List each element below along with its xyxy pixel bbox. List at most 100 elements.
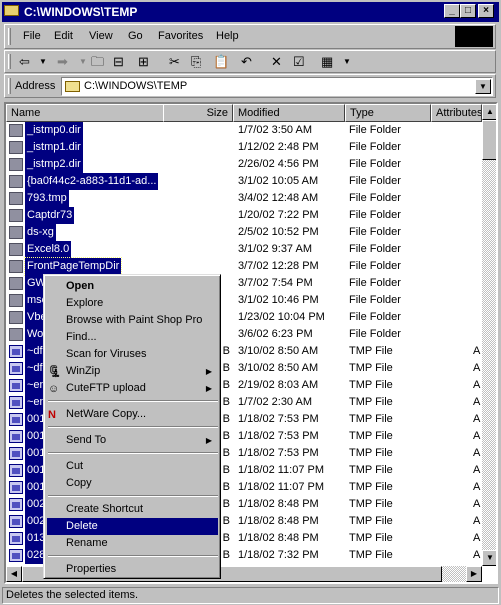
maximize-button[interactable]: □ [460,4,476,18]
address-bar: Address C:\WINDOWS\TEMP ▼ [4,74,496,98]
menu-help[interactable]: Help [216,30,239,42]
minimize-button[interactable]: _ [444,4,460,18]
file-modified: 1/18/02 8:48 PM [238,515,319,527]
menu-item-label: Properties [66,563,117,575]
address-input[interactable]: C:\WINDOWS\TEMP ▼ [61,77,493,96]
file-attributes: A [473,413,481,425]
file-attributes: A [473,515,481,527]
menu-item-netware-copy[interactable]: N NetWare Copy... [47,406,218,423]
file-row[interactable]: ds-xg 2/5/02 10:52 PM File Folder [6,224,482,241]
menu-item-send-to[interactable]: Send To ▶ [47,432,218,449]
file-modified: 3/7/02 7:54 PM [238,277,313,289]
file-row[interactable]: 793.tmp 3/4/02 12:48 AM File Folder [6,190,482,207]
menu-item-cut[interactable]: Cut [47,458,218,475]
menu-item-cuteftp-upload[interactable]: ☺ CuteFTP upload ▶ [47,380,218,397]
file-modified: 1/18/02 7:53 PM [238,413,319,425]
file-row[interactable]: _istmp1.dir 1/12/02 2:48 PM File Folder [6,139,482,156]
column-header-type[interactable]: Type [345,104,431,122]
properties-icon[interactable]: ☑ [293,54,305,70]
back-icon[interactable]: ⇦ [19,54,30,70]
file-name: {ba0f44c2-a883-11d1-ad... [25,173,159,190]
file-attributes: A [473,498,481,510]
menu-item-explore[interactable]: Explore [47,295,218,312]
cut-icon[interactable]: ✂ [169,54,180,70]
menu-item-create-shortcut[interactable]: Create Shortcut [47,501,218,518]
windows-logo-icon [455,26,493,47]
file-icon [9,532,23,545]
file-type: File Folder [349,175,401,187]
file-attributes: A [473,362,481,374]
menu-item-rename[interactable]: Rename [47,535,218,552]
vertical-scrollbar[interactable]: ▲ ▼ [482,104,496,566]
menu-item-winzip[interactable]: 🗜 WinZip ▶ [47,363,218,380]
file-icon [9,345,23,358]
menu-item-delete[interactable]: Delete [47,518,218,535]
file-row[interactable]: _istmp0.dir 1/7/02 3:50 AM File Folder [6,122,482,139]
copy-icon[interactable]: ⎘ [191,54,201,70]
file-row[interactable]: Captdr73 1/20/02 7:22 PM File Folder [6,207,482,224]
file-modified: 1/18/02 7:53 PM [238,447,319,459]
menu-item-open[interactable]: Open [47,278,218,295]
file-type: TMP File [349,498,393,510]
forward-dropdown-icon[interactable]: ▼ [79,54,87,70]
menu-item-scan-for-viruses[interactable]: Scan for Viruses [47,346,218,363]
menu-separator [48,400,218,402]
file-type: TMP File [349,379,393,391]
file-attributes: A [473,532,481,544]
menu-item-label: WinZip [66,365,101,377]
file-attributes: A [473,396,481,408]
scroll-thumb[interactable] [482,120,496,160]
file-row[interactable]: {ba0f44c2-a883-11d1-ad... 3/1/02 10:05 A… [6,173,482,190]
column-header-modified[interactable]: Modified [233,104,345,122]
menu-item-label: Send To [66,434,107,446]
menu-edit[interactable]: Edit [54,30,73,42]
column-header-attributes[interactable]: Attributes [431,104,482,122]
file-row[interactable]: _istmp2.dir 2/26/02 4:56 PM File Folder [6,156,482,173]
paste-icon[interactable]: 📋 [213,54,229,70]
file-icon [9,379,23,392]
menu-item-copy[interactable]: Copy [47,475,218,492]
file-type: TMP File [349,430,393,442]
menu-item-label: Open [66,280,95,292]
folder-icon [9,243,23,256]
address-dropdown-button[interactable]: ▼ [475,79,491,94]
up-folder-icon[interactable]: 🗀 [91,54,104,70]
forward-icon[interactable]: ➡ [57,54,68,70]
close-button[interactable]: × [478,4,494,18]
views-dropdown-icon[interactable]: ▼ [343,54,351,70]
window-title: C:\WINDOWS\TEMP [24,5,138,19]
menu-item-browse-with-paint-shop-pro[interactable]: Browse with Paint Shop Pro [47,312,218,329]
menu-item-find[interactable]: Find... [47,329,218,346]
scroll-down-button[interactable]: ▼ [482,550,496,566]
file-modified: 3/1/02 10:46 PM [238,294,319,306]
back-dropdown-icon[interactable]: ▼ [39,54,47,70]
file-row[interactable]: FrontPageTempDir 3/7/02 12:28 PM File Fo… [6,257,482,276]
scroll-left-button[interactable]: ◀ [6,566,22,582]
column-header-size[interactable]: Size [163,104,233,122]
file-icon [9,549,23,562]
file-modified: 3/1/02 10:05 AM [238,175,319,187]
file-name: Excel8.0 [25,241,72,258]
map-drive-icon[interactable]: ⊟ [113,54,124,70]
menu-view[interactable]: View [89,30,113,42]
scroll-right-button[interactable]: ▶ [466,566,482,582]
menu-go[interactable]: Go [128,30,143,42]
menu-file[interactable]: File [23,30,41,42]
delete-icon[interactable]: ✕ [271,54,282,70]
menu-item-properties[interactable]: Properties [47,561,218,578]
disconnect-drive-icon[interactable]: ⊞ [138,54,149,70]
folder-icon [9,175,23,188]
menu-item-label: Browse with Paint Shop Pro [66,314,203,326]
file-modified: 1/12/02 2:48 PM [238,141,319,153]
file-type: File Folder [349,226,401,238]
views-icon[interactable]: ▦ [321,54,333,70]
scroll-up-button[interactable]: ▲ [482,104,496,120]
file-modified: 1/18/02 7:53 PM [238,430,319,442]
undo-icon[interactable]: ↶ [241,54,252,70]
file-type: File Folder [349,192,401,204]
address-value: C:\WINDOWS\TEMP [84,80,188,92]
file-name: _istmp0.dir [25,122,83,139]
file-row[interactable]: Excel8.0 3/1/02 9:37 AM File Folder [6,241,482,258]
menu-favorites[interactable]: Favorites [158,30,203,42]
file-attributes: A [473,481,481,493]
